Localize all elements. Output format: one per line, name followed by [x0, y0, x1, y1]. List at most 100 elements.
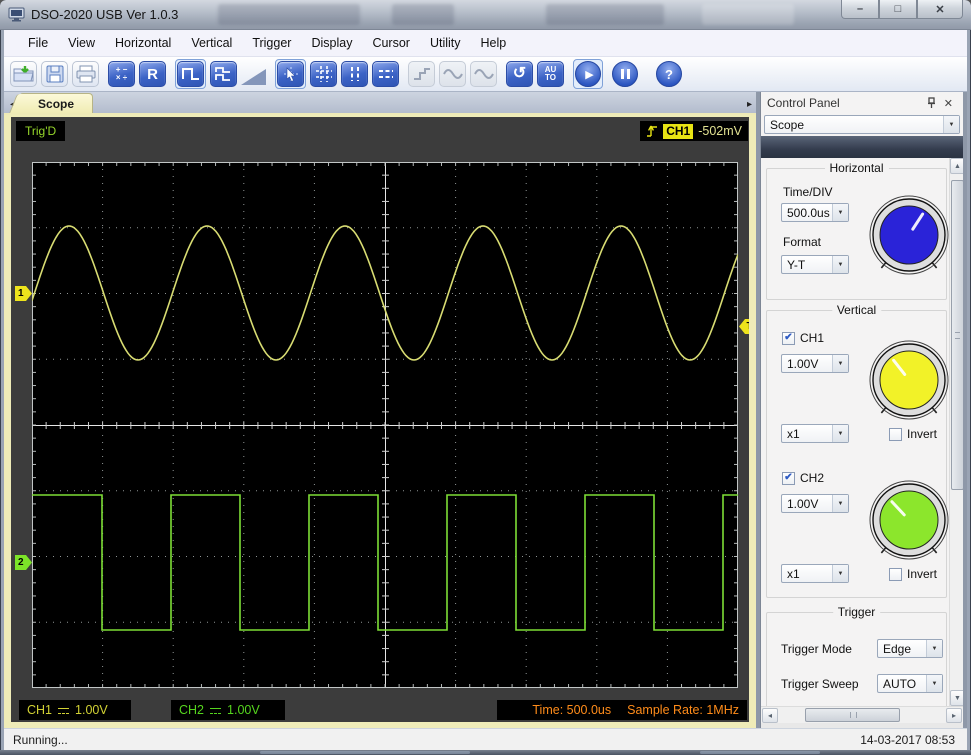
ch1-invert-checkbox[interactable]: Invert [889, 427, 937, 441]
dc-coupling-icon [210, 708, 222, 714]
menu-view[interactable]: View [58, 32, 105, 54]
menu-help[interactable]: Help [471, 32, 517, 54]
ch1-enable-checkbox[interactable]: ✔ CH1 [782, 331, 824, 345]
sine-wave2-button[interactable] [470, 61, 497, 87]
scroll-right-icon[interactable]: ▸ [946, 708, 962, 723]
logic-levels-icon [214, 67, 230, 81]
panel-separator [761, 136, 963, 158]
pause-icon [620, 69, 630, 79]
toolbar: + − × ÷ R ↺ AU TO ▶ ? [4, 57, 967, 92]
trigger-group: Trigger Trigger Mode Edge ▼ Trigger Swee… [766, 605, 947, 706]
chevron-down-icon: ▼ [832, 565, 848, 582]
trigger-sweep-select[interactable]: AUTO ▼ [877, 674, 943, 693]
scroll-up-icon[interactable]: ▲ [950, 158, 963, 174]
math-button[interactable]: + − × ÷ [108, 61, 135, 87]
statusbar: Running... 14-03-2017 08:53 [4, 728, 967, 750]
scroll-left-icon[interactable]: ◂ [762, 708, 778, 723]
menu-display[interactable]: Display [301, 32, 362, 54]
trigger-readout: CH1 -502mV [640, 121, 748, 141]
ch1-scale-select[interactable]: 1.00V ▼ [781, 354, 849, 373]
chevron-down-icon: ▼ [832, 495, 848, 512]
save-button[interactable] [41, 61, 68, 87]
tabstrip: ◂ Scope ▸ [4, 92, 756, 115]
sine-wave-button[interactable] [439, 61, 466, 87]
pin-icon[interactable] [923, 97, 940, 109]
window-controls: – □ ✕ [841, 0, 963, 19]
ch2-invert-checkbox[interactable]: Invert [889, 567, 937, 581]
horizontal-group-title: Horizontal [824, 161, 889, 175]
vertical-scroll-thumb[interactable] [951, 180, 963, 490]
ch2-probe-select[interactable]: x1 ▼ [781, 564, 849, 583]
ramp-wave-button[interactable] [241, 69, 266, 85]
menu-trigger[interactable]: Trigger [242, 32, 301, 54]
menu-utility[interactable]: Utility [420, 32, 471, 54]
minimize-button[interactable]: – [841, 0, 879, 19]
run-button[interactable]: ▶ [575, 61, 601, 87]
format-select[interactable]: Y-T ▼ [781, 255, 849, 274]
panel-vertical-scrollbar[interactable]: ▲ ▼ [949, 158, 963, 706]
ch1-position-knob[interactable] [867, 338, 951, 422]
ch2-zero-marker[interactable]: 2 [15, 555, 32, 570]
panel-content: Horizontal Time/DIV 500.0us ▼ Format Y-T… [761, 158, 963, 706]
background-window-ghost [546, 4, 664, 25]
main-area: ◂ Scope ▸ Trig'D CH1 -502mV [4, 92, 967, 728]
vertical-cursors-button[interactable] [341, 61, 368, 87]
format-label: Format [783, 235, 822, 249]
open-file-button[interactable] [10, 61, 37, 87]
trigger-status-badge: Trig'D [16, 121, 66, 141]
trigger-sweep-label: Trigger Sweep [781, 677, 859, 691]
waveform-plot [32, 162, 738, 688]
run-selected: ▶ [573, 59, 603, 89]
floppy-disk-icon [46, 65, 63, 83]
horizontal-cursors-icon [378, 70, 393, 78]
trigger-mode-label: Trigger Mode [781, 642, 852, 656]
help-button[interactable]: ? [656, 61, 682, 87]
vertical-group-title: Vertical [831, 303, 882, 317]
tab-scroll-right-icon[interactable]: ▸ [747, 99, 752, 110]
refresh-button[interactable]: ↺ [506, 61, 533, 87]
horizontal-cursors-button[interactable] [372, 61, 399, 87]
trigger-level-marker[interactable]: T [739, 319, 749, 334]
scope-display: Trig'D CH1 -502mV 1 2 T CH1 [11, 117, 749, 722]
print-button[interactable] [72, 61, 99, 87]
ch1-probe-select[interactable]: x1 ▼ [781, 424, 849, 443]
timediv-select[interactable]: 500.0us ▼ [781, 203, 849, 222]
pulse-measure-button[interactable] [177, 61, 204, 87]
menu-horizontal[interactable]: Horizontal [105, 32, 181, 54]
horizontal-scroll-thumb[interactable] [805, 708, 900, 722]
ch2-position-knob[interactable] [867, 478, 951, 562]
menu-vertical[interactable]: Vertical [181, 32, 242, 54]
close-panel-icon[interactable]: ✕ [940, 97, 957, 110]
app-icon [8, 7, 25, 22]
ch1-zero-marker[interactable]: 1 [15, 286, 32, 301]
step-wave-button[interactable] [408, 61, 435, 87]
control-panel-header: Control Panel ✕ [761, 92, 963, 114]
close-button[interactable]: ✕ [917, 0, 963, 19]
sine-wave-icon [473, 69, 494, 79]
timebase-knob[interactable] [867, 193, 951, 277]
maximize-button[interactable]: □ [879, 0, 917, 19]
scope-page: Trig'D CH1 -502mV 1 2 T CH1 [4, 115, 756, 728]
time-per-div: Time: 500.0us [532, 703, 612, 717]
panel-footer [761, 723, 963, 728]
chevron-down-icon: ▼ [943, 116, 959, 133]
scroll-down-icon[interactable]: ▼ [950, 690, 963, 706]
menu-cursor[interactable]: Cursor [362, 32, 420, 54]
logic-levels-button[interactable] [210, 61, 237, 87]
reference-icon: R [147, 65, 158, 83]
crosshair-cursors-button[interactable] [310, 61, 337, 87]
tab-scope[interactable]: Scope [19, 93, 94, 113]
menu-file[interactable]: File [18, 32, 58, 54]
trigger-mode-select[interactable]: Edge ▼ [877, 639, 943, 658]
pause-button[interactable] [612, 61, 638, 87]
background-window-ghost [392, 4, 454, 25]
crosshair-icon [315, 66, 332, 82]
panel-mode-select[interactable]: Scope ▼ [764, 115, 960, 134]
ch2-scale-select[interactable]: 1.00V ▼ [781, 494, 849, 513]
ch2-enable-checkbox[interactable]: ✔ CH2 [782, 471, 824, 485]
panel-horizontal-scrollbar[interactable]: ◂ ▸ [761, 706, 963, 723]
autoset-button[interactable]: AU TO [537, 61, 564, 87]
cursor-select-button[interactable] [277, 61, 304, 87]
reference-button[interactable]: R [139, 61, 166, 87]
dc-coupling-icon [58, 708, 70, 714]
